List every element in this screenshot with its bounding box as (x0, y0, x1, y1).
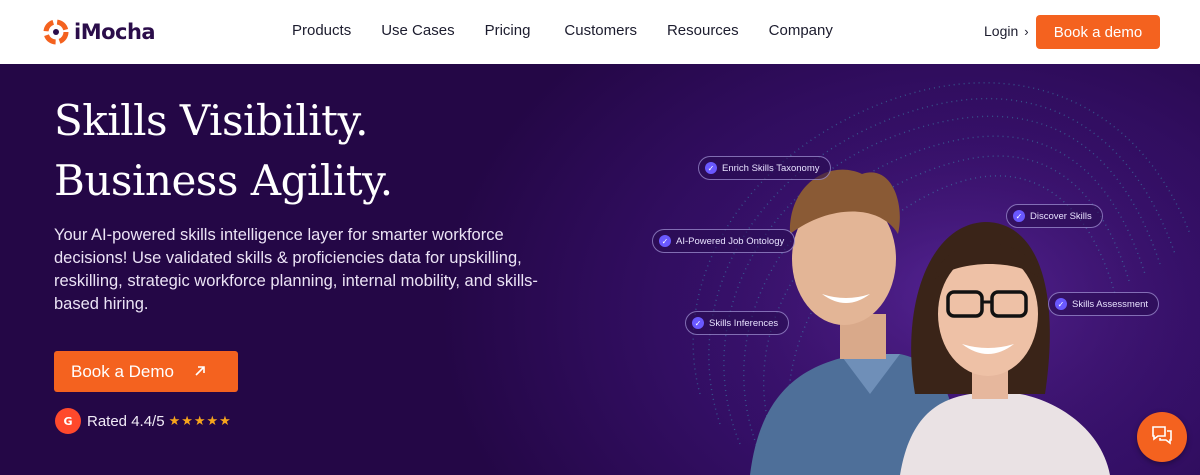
particle-wave-graphic (600, 64, 1200, 475)
hero-cta-label: Book a Demo (71, 361, 174, 381)
chip-label: Enrich Skills Taxonomy (722, 162, 820, 174)
rating-stars: ★★★★★ (168, 413, 232, 429)
hero-headline-line1: Skills Visibility. (54, 96, 369, 145)
chip-enrich-skills-taxonomy: ✓ Enrich Skills Taxonomy (698, 156, 831, 180)
check-icon: ✓ (1013, 210, 1025, 222)
g2-icon: G (55, 408, 81, 434)
hero-section: Skills Visibility. Business Agility. You… (0, 64, 1200, 475)
chip-label: Skills Assessment (1072, 298, 1149, 310)
chevron-right-icon: › (1024, 23, 1029, 39)
site-header: iMocha Products Use Cases Pricing Custom… (0, 0, 1200, 64)
main-nav: Products Use Cases Pricing Customers Res… (292, 22, 833, 39)
nav-item-customers[interactable]: Customers (564, 22, 637, 39)
check-icon: ✓ (659, 235, 671, 247)
rating-text: Rated 4.4/5 (87, 412, 165, 430)
chip-skills-assessment: ✓ Skills Assessment (1048, 292, 1160, 316)
arrow-up-right-icon (194, 362, 206, 382)
g2-rating: G Rated 4.4/5 ★★★★★ (55, 408, 232, 434)
chip-label: AI-Powered Job Ontology (676, 235, 785, 247)
logo[interactable]: iMocha (42, 18, 156, 46)
chip-skills-inferences: ✓ Skills Inferences (685, 311, 790, 335)
chip-discover-skills: ✓ Discover Skills (1006, 204, 1103, 228)
check-icon: ✓ (705, 162, 717, 174)
login-link[interactable]: Login › (984, 23, 1029, 39)
book-demo-button-header[interactable]: Book a demo (1036, 15, 1160, 49)
check-icon: ✓ (692, 317, 704, 329)
nav-item-use-cases[interactable]: Use Cases (381, 22, 454, 39)
login-label: Login (984, 23, 1019, 39)
chip-label: Skills Inferences (709, 317, 779, 329)
nav-item-company[interactable]: Company (769, 22, 833, 39)
hero-subtext: Your AI-powered skills intelligence laye… (54, 226, 538, 313)
imocha-logo-icon (42, 18, 70, 46)
chat-icon (1150, 423, 1174, 451)
nav-item-resources[interactable]: Resources (667, 22, 739, 39)
chip-label: Discover Skills (1030, 210, 1092, 222)
chip-ai-powered-job-ontology: ✓ AI-Powered Job Ontology (652, 229, 796, 253)
nav-item-pricing[interactable]: Pricing (485, 22, 531, 39)
nav-item-products[interactable]: Products (292, 22, 351, 39)
logo-text: iMocha (74, 20, 156, 44)
book-demo-button-hero[interactable]: Book a Demo (54, 351, 238, 392)
hero-headline-line2: Business Agility. (54, 156, 393, 205)
check-icon: ✓ (1055, 298, 1067, 310)
hero-illustration: ✓ Enrich Skills Taxonomy ✓ Discover Skil… (600, 64, 1200, 475)
chat-launcher-button[interactable] (1137, 412, 1187, 462)
